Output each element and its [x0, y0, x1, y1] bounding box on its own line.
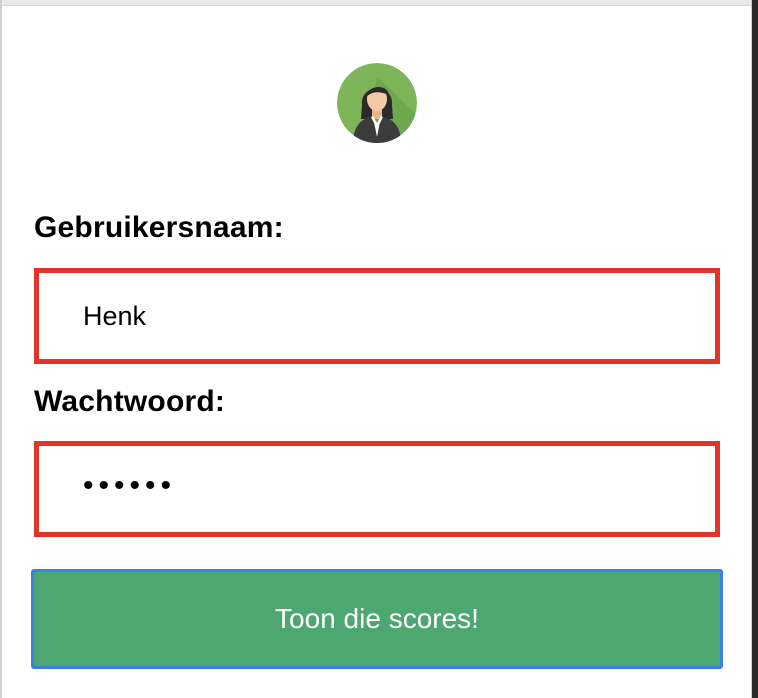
- password-input[interactable]: ••••••: [34, 441, 720, 537]
- left-border: [0, 0, 2, 698]
- submit-button[interactable]: Toon die scores!: [31, 569, 723, 669]
- password-value: ••••••: [83, 469, 177, 502]
- username-label: Gebruikersnaam:: [34, 211, 284, 244]
- username-value: Henk: [83, 300, 147, 331]
- avatar-woman-icon: [337, 63, 417, 143]
- username-input[interactable]: Henk: [34, 268, 720, 364]
- avatar-svg: [337, 63, 417, 143]
- top-border: [0, 0, 758, 6]
- submit-button-label: Toon die scores!: [275, 603, 479, 634]
- password-label: Wachtwoord:: [34, 385, 226, 418]
- right-border: [752, 0, 758, 698]
- login-page: Gebruikersnaam: Henk Wachtwoord: •••••• …: [0, 0, 758, 698]
